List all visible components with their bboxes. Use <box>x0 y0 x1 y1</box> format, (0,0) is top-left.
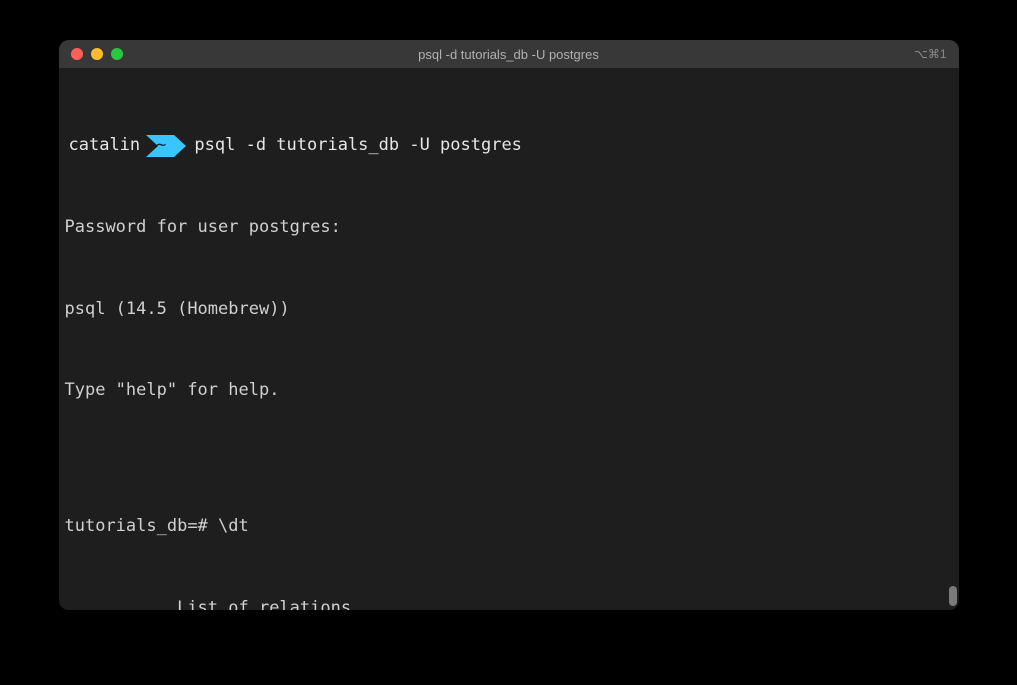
output-help-hint: Type "help" for help. <box>65 377 953 404</box>
scrollbar-thumb[interactable] <box>949 586 957 606</box>
maximize-icon[interactable] <box>111 48 123 60</box>
psql-command: tutorials_db=# \dt <box>65 513 953 540</box>
arrow-tip-icon <box>174 135 186 157</box>
window-pane-indicator: ⌥⌘1 <box>914 47 947 61</box>
terminal-window: psql -d tutorials_db -U postgres ⌥⌘1 cat… <box>59 40 959 610</box>
prompt-user: catalin <box>65 132 147 159</box>
traffic-lights <box>59 48 123 60</box>
table-title: List of relations <box>65 595 953 610</box>
window-title: psql -d tutorials_db -U postgres <box>59 47 959 62</box>
close-icon[interactable] <box>71 48 83 60</box>
arrow-notch-icon <box>146 135 158 157</box>
prompt-path-segment: ~ <box>146 135 186 157</box>
minimize-icon[interactable] <box>91 48 103 60</box>
output-version: psql (14.5 (Homebrew)) <box>65 296 953 323</box>
prompt-line: catalin ~ psql -d tutorials_db -U postgr… <box>65 132 953 159</box>
prompt-command: psql -d tutorials_db -U postgres <box>186 132 522 159</box>
terminal-body[interactable]: catalin ~ psql -d tutorials_db -U postgr… <box>59 68 959 610</box>
titlebar: psql -d tutorials_db -U postgres ⌥⌘1 <box>59 40 959 68</box>
output-password-prompt: Password for user postgres: <box>65 214 953 241</box>
